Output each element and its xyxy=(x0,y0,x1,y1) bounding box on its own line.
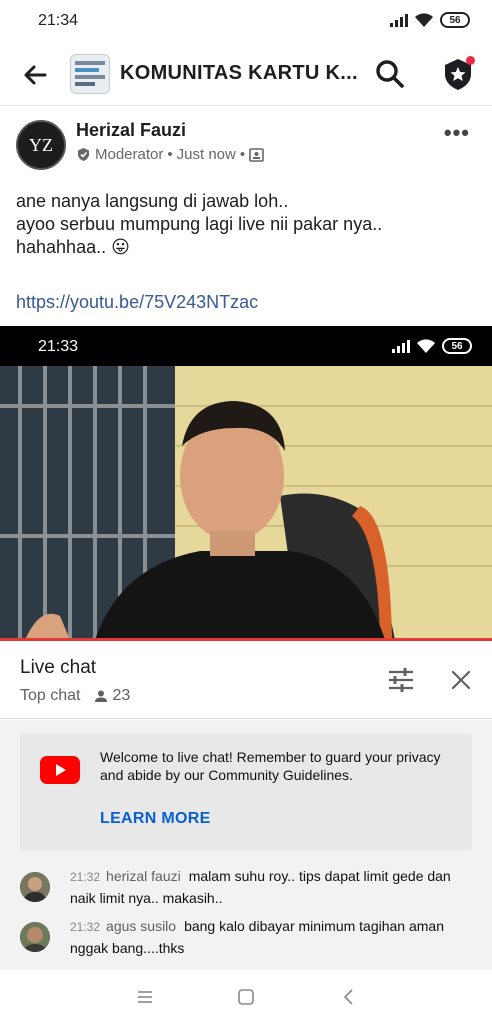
back-arrow-icon[interactable] xyxy=(20,60,50,90)
home-icon[interactable] xyxy=(235,986,257,1008)
avatar-logo: YZ xyxy=(29,135,53,155)
search-icon[interactable] xyxy=(374,58,406,90)
youtube-link[interactable]: https://youtu.be/75V243NTzac xyxy=(16,292,258,313)
group-thumbnail[interactable] xyxy=(70,54,110,94)
message-text: 21:32 agus susilo bang kalo dibayar minimu… xyxy=(70,916,470,959)
status-time: 21:34 xyxy=(38,12,79,29)
status-icons: 56 xyxy=(390,12,470,28)
screenshot-status-time: 21:33 xyxy=(38,338,79,355)
svg-text:YZ: YZ xyxy=(29,135,53,155)
welcome-card: Welcome to live chat! Remember to guard … xyxy=(20,734,472,850)
signal-icon xyxy=(390,13,408,27)
wifi-icon xyxy=(415,13,433,27)
meta-separator: • xyxy=(239,146,246,163)
message-author[interactable]: agus susilo xyxy=(106,918,176,934)
youtube-logo-icon xyxy=(40,756,80,784)
verified-shield-icon xyxy=(78,148,89,161)
live-chat-title: Live chat xyxy=(20,657,97,678)
avatar-image xyxy=(20,922,50,952)
play-icon xyxy=(56,764,66,776)
chat-mode-selector[interactable]: Top chat xyxy=(20,687,80,705)
video-frame xyxy=(0,366,492,640)
live-chat-header: Live chat Top chat 23 xyxy=(0,641,492,719)
person-icon xyxy=(95,690,108,702)
menu-icon[interactable] xyxy=(134,986,156,1008)
app-bar: KOMUNITAS KARTU K... xyxy=(0,42,492,106)
meta-separator: • xyxy=(167,146,173,163)
chat-mode-row: Top chat 23 xyxy=(20,687,130,705)
system-nav-bar xyxy=(0,970,492,1024)
group-title[interactable]: KOMUNITAS KARTU K... xyxy=(120,62,358,85)
signal-icon xyxy=(392,339,410,353)
user-avatar[interactable] xyxy=(20,922,50,952)
close-icon[interactable] xyxy=(448,667,474,693)
chat-area: Welcome to live chat! Remember to guard … xyxy=(0,720,492,970)
battery-icon: 56 xyxy=(440,12,470,28)
author-role: Moderator xyxy=(95,146,164,163)
screenshot-status-bar: 21:33 56 xyxy=(0,326,492,366)
message-time: 21:32 xyxy=(70,920,101,934)
more-options-button[interactable]: ••• xyxy=(444,120,470,146)
post-time[interactable]: Just now xyxy=(177,146,236,163)
post-body: ane nanya langsung di jawab loh.. ayoo s… xyxy=(16,190,476,259)
message-author[interactable]: herizal fauzi xyxy=(106,868,181,884)
welcome-text: Welcome to live chat! Remember to guard … xyxy=(100,749,441,783)
avatar-image xyxy=(20,872,50,902)
post-line: ayoo serbuu mumpung lagi live nii pakar … xyxy=(16,214,383,234)
shared-screenshot[interactable]: 21:33 56 xyxy=(0,326,492,640)
viewer-count: 23 xyxy=(94,687,130,705)
message-text: 21:32 herizal fauzi malam suhu roy.. tips … xyxy=(70,866,470,909)
user-avatar[interactable] xyxy=(20,872,50,902)
screenshot-status-icons: 56 xyxy=(392,338,472,354)
back-icon[interactable] xyxy=(338,986,360,1008)
notification-dot xyxy=(466,56,475,65)
post-line: ane nanya langsung di jawab loh.. xyxy=(16,191,289,211)
audience-group-icon xyxy=(249,147,264,162)
post-meta: Moderator • Just now • xyxy=(76,146,264,163)
viewer-count-value: 23 xyxy=(112,687,131,704)
post-header: YZ Herizal Fauzi Moderator • Just now • … xyxy=(0,106,492,182)
filter-settings-icon[interactable] xyxy=(386,667,416,693)
wifi-icon xyxy=(417,339,435,353)
author-avatar[interactable]: YZ xyxy=(16,120,66,170)
author-name[interactable]: Herizal Fauzi xyxy=(76,120,186,141)
learn-more-link[interactable]: LEARN MORE xyxy=(100,810,211,828)
post-line: hahahhaa.. 😛 xyxy=(16,237,130,257)
status-bar: 21:34 56 xyxy=(0,0,492,42)
battery-icon: 56 xyxy=(442,338,472,354)
message-time: 21:32 xyxy=(70,870,101,884)
